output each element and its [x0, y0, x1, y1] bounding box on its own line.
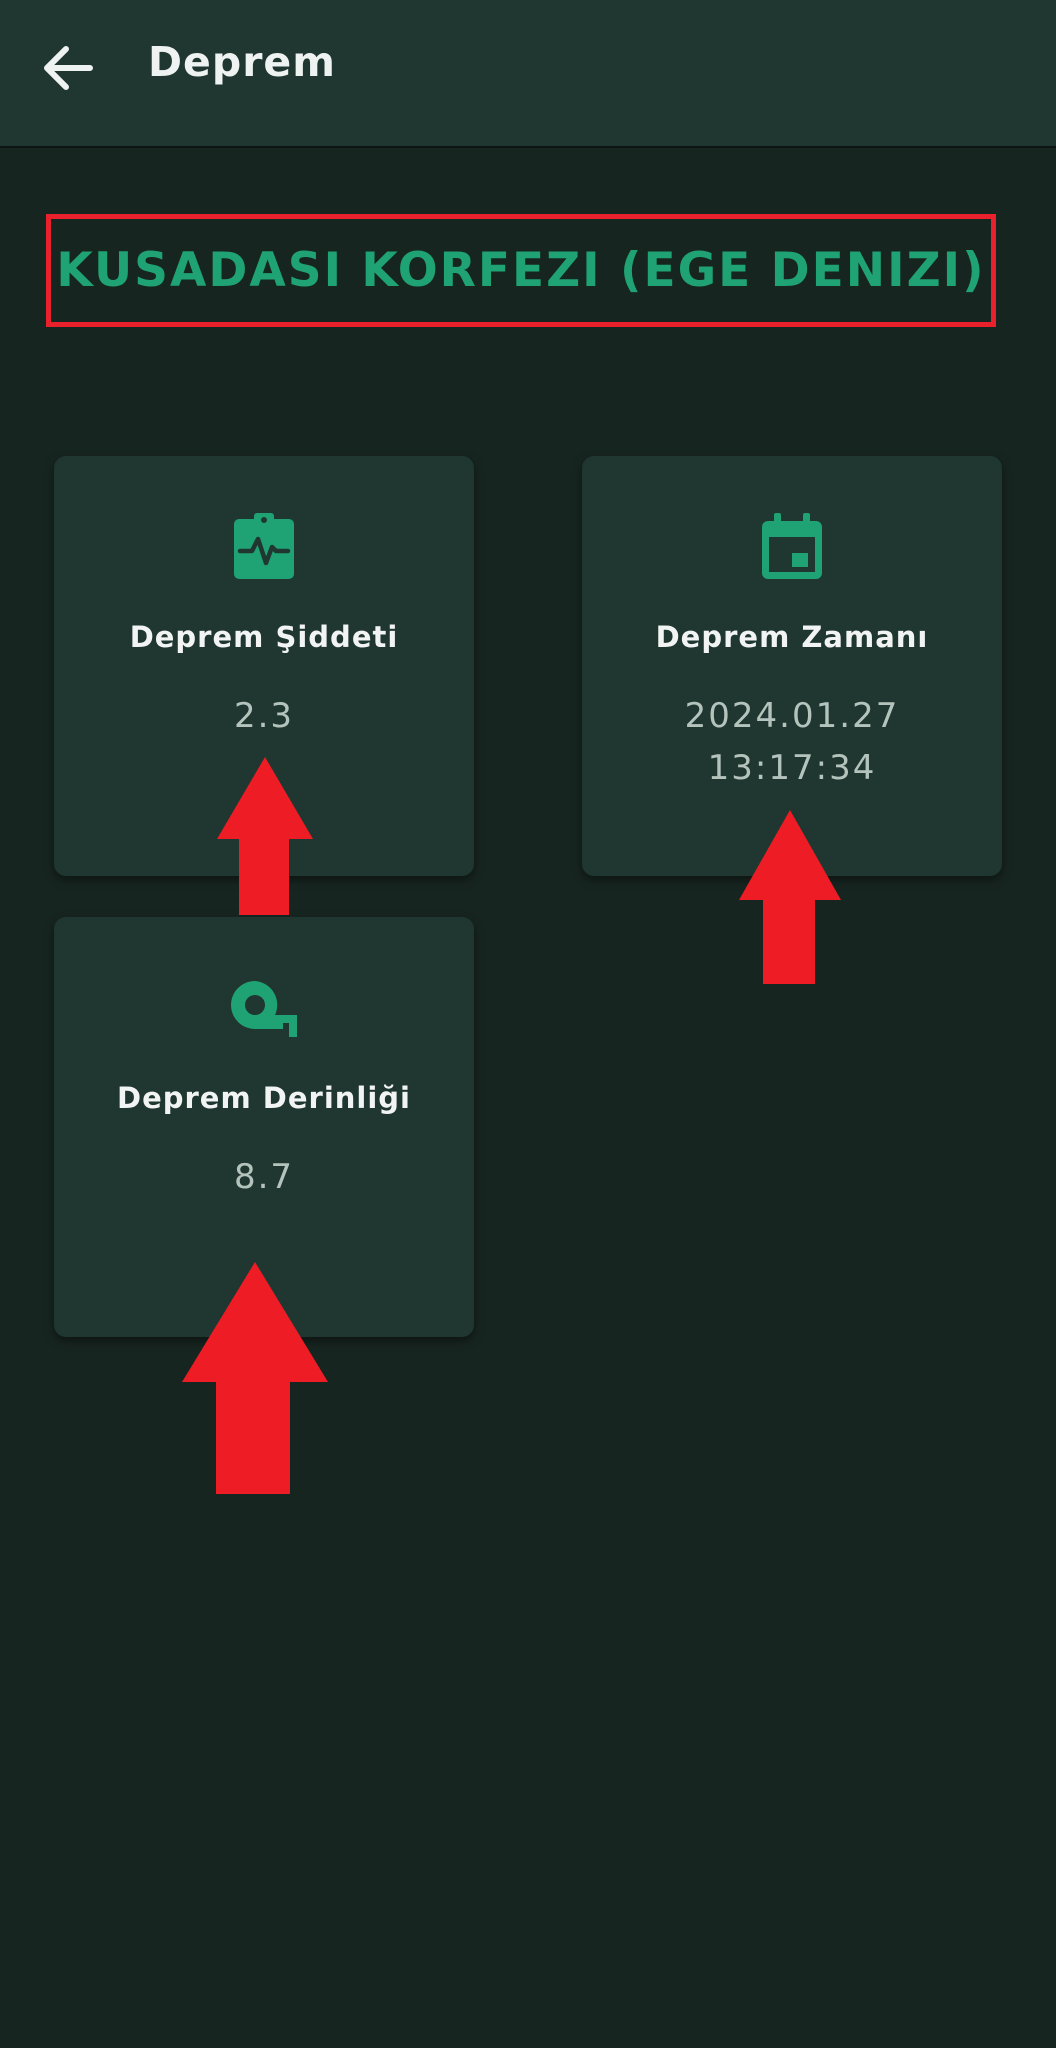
magnitude-value: 2.3	[233, 696, 295, 736]
arrow-left-icon	[44, 46, 93, 90]
time-label: Deprem Zamanı	[655, 620, 929, 654]
screen: Deprem KUSADASI KORFEZI (EGE DENIZI) Dep…	[0, 0, 1056, 2048]
depth-label: Deprem Derinliği	[117, 1081, 411, 1115]
location-title: KUSADASI KORFEZI (EGE DENIZI)	[56, 243, 986, 298]
annotation-arrow-time	[739, 810, 841, 984]
app-bar: Deprem	[0, 0, 1056, 148]
date-value: 2024.01.27	[684, 696, 900, 736]
calendar-icon	[762, 513, 822, 579]
location-highlight-box: KUSADASI KORFEZI (EGE DENIZI)	[46, 214, 996, 327]
magnitude-label: Deprem Şiddeti	[129, 620, 399, 654]
page-title: Deprem	[148, 38, 336, 86]
clipboard-pulse-icon	[234, 513, 294, 579]
clock-value: 13:17:34	[707, 748, 877, 788]
depth-value: 8.7	[233, 1157, 295, 1197]
annotation-arrow-magnitude	[217, 757, 313, 915]
annotation-arrow-depth	[182, 1262, 328, 1494]
back-button[interactable]	[28, 28, 108, 108]
tape-measure-icon	[231, 981, 297, 1037]
time-value: 2024.01.27 13:17:34	[582, 690, 1002, 794]
